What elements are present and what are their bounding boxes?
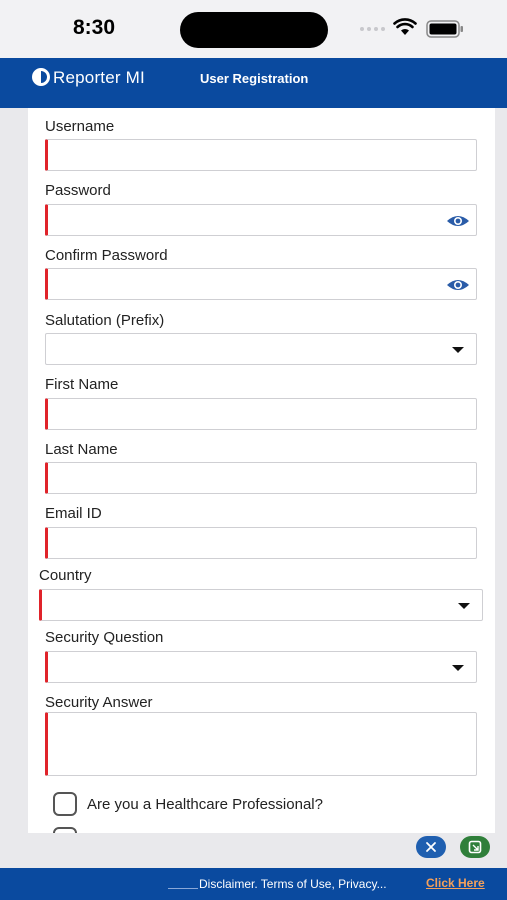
app-switch-button[interactable] bbox=[460, 836, 490, 858]
chevron-down-icon bbox=[458, 603, 470, 609]
last-name-label: Last Name bbox=[45, 441, 118, 458]
battery-icon bbox=[426, 20, 463, 38]
healthcare-professional-row[interactable]: Are you a Healthcare Professional? bbox=[53, 792, 323, 816]
wifi-icon bbox=[393, 18, 417, 35]
first-name-label: First Name bbox=[45, 376, 119, 393]
healthcare-professional-checkbox[interactable] bbox=[53, 792, 77, 816]
registration-form: Username Password Confirm Password Salut… bbox=[28, 108, 495, 833]
page-title: User Registration bbox=[200, 71, 309, 86]
next-checkbox[interactable] bbox=[53, 827, 77, 833]
email-input[interactable] bbox=[45, 527, 477, 559]
close-button[interactable] bbox=[416, 836, 446, 858]
password-label: Password bbox=[45, 182, 111, 199]
security-question-label: Security Question bbox=[45, 629, 164, 646]
app-header: Reporter MI User Registration bbox=[0, 58, 507, 108]
salutation-select[interactable] bbox=[45, 333, 477, 365]
footer: Disclaimer. Terms of Use, Privacy... Cli… bbox=[0, 868, 507, 900]
username-label: Username bbox=[45, 118, 115, 135]
footer-divider bbox=[168, 888, 198, 889]
salutation-label: Salutation (Prefix) bbox=[45, 312, 165, 329]
footer-disclaimer-text: Disclaimer. Terms of Use, Privacy... bbox=[199, 877, 387, 891]
country-label: Country bbox=[39, 567, 92, 584]
first-name-input[interactable] bbox=[45, 398, 477, 430]
security-answer-label: Security Answer bbox=[45, 694, 153, 711]
chevron-down-icon bbox=[452, 347, 464, 353]
dynamic-island bbox=[180, 12, 328, 48]
healthcare-professional-label: Are you a Healthcare Professional? bbox=[87, 795, 323, 813]
app-title: Reporter MI bbox=[53, 68, 145, 87]
username-input[interactable] bbox=[45, 139, 477, 171]
status-bar: 8:30 bbox=[0, 0, 507, 58]
eye-icon[interactable] bbox=[446, 278, 470, 292]
password-input[interactable] bbox=[45, 204, 477, 236]
next-checkbox-row[interactable] bbox=[53, 827, 77, 833]
app-switch-icon bbox=[468, 840, 482, 854]
status-time: 8:30 bbox=[73, 16, 116, 39]
email-label: Email ID bbox=[45, 505, 102, 522]
eye-icon[interactable] bbox=[446, 214, 470, 228]
confirm-password-label: Confirm Password bbox=[45, 247, 168, 264]
signal-dots-icon bbox=[360, 27, 385, 31]
reporter-logo-icon bbox=[32, 68, 50, 86]
close-icon bbox=[426, 842, 436, 852]
footer-click-here-link[interactable]: Click Here bbox=[426, 876, 485, 890]
country-select[interactable] bbox=[39, 589, 483, 621]
chevron-down-icon bbox=[452, 665, 464, 671]
security-question-select[interactable] bbox=[45, 651, 477, 683]
security-answer-textarea[interactable] bbox=[45, 712, 477, 776]
last-name-input[interactable] bbox=[45, 462, 477, 494]
confirm-password-input[interactable] bbox=[45, 268, 477, 300]
